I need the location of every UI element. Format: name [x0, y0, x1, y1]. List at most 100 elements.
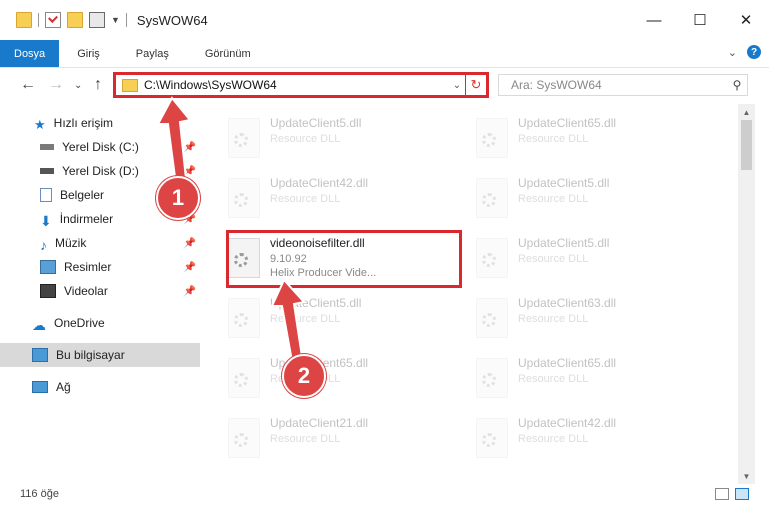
nav-item-label: OneDrive [54, 316, 105, 330]
drive-icon [40, 168, 54, 174]
view-switcher [715, 488, 749, 500]
file-item[interactable]: UpdateClient65.dll Resource DLL [460, 110, 698, 166]
back-arrow-icon[interactable]: ← [20, 76, 36, 94]
file-item[interactable]: UpdateClient65.dllResource DLL [460, 350, 698, 406]
nav-item-label: Hızlı erişim [53, 116, 113, 130]
tab-share[interactable]: Paylaş [118, 40, 187, 67]
dll-file-icon [476, 418, 508, 458]
file-description: Resource DLL [270, 133, 341, 145]
item-count: 116 öğe [20, 488, 59, 500]
search-icon[interactable]: ⚲ [727, 78, 747, 92]
tab-view[interactable]: Görünüm [187, 40, 269, 67]
vertical-scrollbar[interactable]: ▲ ▼ [738, 104, 755, 484]
file-name: UpdateClient63.dll [518, 296, 617, 310]
expand-ribbon-chevron-icon[interactable]: ⌄ [728, 46, 737, 59]
help-icon[interactable]: ? [747, 45, 761, 59]
file-item[interactable]: UpdateClient42.dll Resource DLL [460, 410, 698, 466]
scroll-thumb[interactable] [741, 120, 752, 170]
star-icon: ★ [34, 117, 46, 132]
details-view-icon[interactable] [715, 488, 729, 500]
window-title: SysWOW64 [136, 12, 208, 28]
step-badge-2: 2 [282, 354, 326, 398]
scroll-up-icon[interactable]: ▲ [738, 104, 755, 120]
recent-locations-chevron-icon[interactable]: ⌄ [74, 80, 82, 91]
ribbon-right-controls: ⌄ ? [728, 45, 761, 59]
file-item[interactable]: UpdateClient5.dll Resource DLL [212, 290, 450, 346]
pin-icon[interactable]: 📌 [184, 286, 196, 297]
quick-access-toolbar: ▼ [16, 12, 127, 28]
tab-file[interactable]: Dosya [0, 40, 60, 67]
highlight-box [226, 230, 462, 288]
address-dropdown-icon[interactable]: ⌄ [449, 80, 465, 91]
nav-item-network[interactable]: Ağ [32, 375, 200, 399]
network-icon [32, 381, 48, 393]
file-name: UpdateClient42.dll [270, 176, 369, 190]
file-name: UpdateClient21.dll [270, 416, 369, 430]
pin-icon[interactable]: 📌 [184, 262, 196, 273]
nav-item-videos[interactable]: Videolar 📌 [40, 279, 200, 303]
dll-file-icon [228, 418, 260, 458]
tab-home[interactable]: Giriş [59, 40, 118, 67]
close-button[interactable]: ✕ [723, 0, 769, 40]
file-name: UpdateClient65.dll [518, 116, 617, 130]
nav-item-this-pc[interactable]: Bu bilgisayar [0, 343, 200, 367]
file-description: Resource DLL [518, 313, 589, 325]
file-item[interactable]: UpdateClient5.dll Resource DLL [460, 230, 698, 286]
file-description: Resource DLL [270, 193, 341, 205]
properties-check-icon[interactable] [45, 12, 61, 28]
file-description: Resource DLL [518, 253, 589, 265]
file-name: UpdateClient5.dll [518, 236, 610, 250]
chevron-down-icon[interactable]: ▼ [111, 15, 120, 25]
file-item[interactable]: UpdateClient21.dll Resource DLL [212, 410, 450, 466]
up-arrow-icon[interactable]: ↑ [94, 76, 102, 94]
toolbar-separator [125, 13, 127, 27]
dll-file-icon [228, 358, 260, 398]
dll-file-icon [228, 118, 260, 158]
nav-item-onedrive[interactable]: ☁ OneDrive [32, 311, 200, 335]
dll-file-icon [476, 358, 508, 398]
maximize-button[interactable]: ☐ [677, 0, 723, 40]
file-description: Resource DLL [518, 433, 589, 445]
file-description: Resource DLL [518, 373, 589, 385]
title-bar: ▼ SysWOW64 — ☐ ✕ [0, 0, 769, 40]
nav-item-label: Müzik [55, 236, 87, 250]
file-description: Resource DLL [518, 133, 589, 145]
file-name: UpdateClient42.dll [518, 416, 617, 430]
search-input[interactable] [509, 77, 727, 93]
file-name: UpdateClient5.dll [518, 176, 610, 190]
file-description: Resource DLL [270, 433, 341, 445]
file-item[interactable]: UpdateClient42.dll Resource DLL [212, 170, 450, 226]
toolbar-separator [38, 13, 39, 27]
music-icon: ♪ [40, 237, 47, 253]
step-badge-1: 1 [156, 176, 200, 220]
dll-file-icon [228, 178, 260, 218]
cloud-icon: ☁ [32, 317, 46, 333]
folder-icon [122, 78, 138, 92]
pictures-icon [40, 260, 56, 274]
folder-icon [16, 12, 32, 28]
file-item[interactable]: UpdateClient63.dll Resource DLL [460, 290, 698, 346]
computer-icon [32, 348, 48, 362]
drive-icon [40, 144, 54, 150]
dll-file-icon [476, 298, 508, 338]
tiles-view-icon[interactable] [735, 488, 749, 500]
file-item[interactable]: UpdateClient5.dll Resource DLL [212, 110, 450, 166]
documents-icon [40, 188, 52, 202]
customize-toolbar-icon[interactable] [89, 12, 105, 28]
nav-item-music[interactable]: ♪ Müzik 📌 [40, 231, 200, 255]
forward-arrow-icon[interactable]: → [48, 76, 64, 94]
search-box[interactable]: ⚲ [498, 74, 748, 96]
nav-item-pictures[interactable]: Resimler 📌 [40, 255, 200, 279]
file-item[interactable]: UpdateClient65.dllResource DLL [212, 350, 450, 406]
pin-icon[interactable]: 📌 [184, 238, 196, 249]
minimize-button[interactable]: — [631, 0, 677, 40]
refresh-icon[interactable]: ↻ [465, 75, 486, 95]
nav-item-label: Bu bilgisayar [56, 348, 125, 362]
window-controls: — ☐ ✕ [631, 0, 769, 40]
scroll-down-icon[interactable]: ▼ [738, 468, 755, 484]
new-folder-icon[interactable] [67, 12, 83, 28]
file-name: UpdateClient5.dll [270, 116, 362, 130]
dll-file-icon [476, 118, 508, 158]
file-item[interactable]: UpdateClient5.dll Resource DLL [460, 170, 698, 226]
videos-icon [40, 284, 56, 298]
